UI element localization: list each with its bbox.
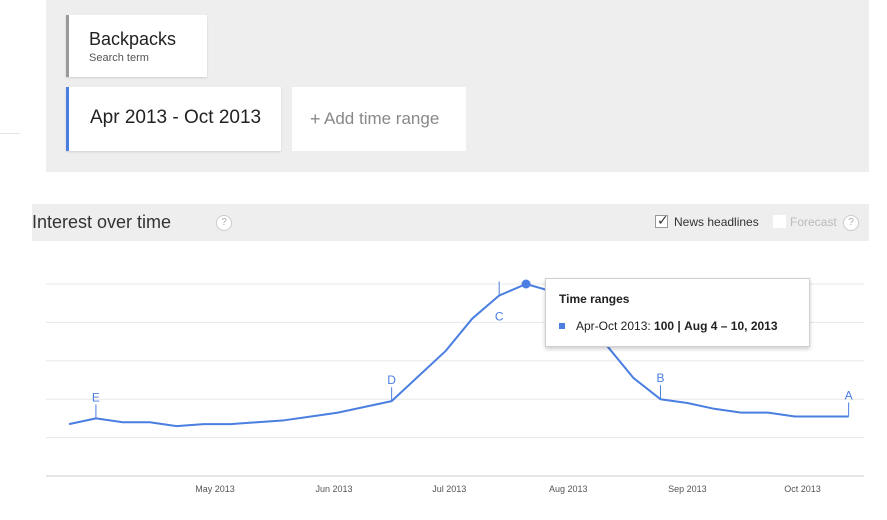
x-tick-label: Jul 2013 xyxy=(432,484,466,494)
annotation-label-c: C xyxy=(495,310,504,324)
chart-tooltip: Time ranges Apr-Oct 2013: 100 | Aug 4 – … xyxy=(545,278,810,347)
tooltip-series: Apr-Oct 2013 xyxy=(576,319,648,333)
x-tick-label: Jun 2013 xyxy=(316,484,353,494)
x-tick-label: Oct 2013 xyxy=(784,484,821,494)
x-tick-label: Aug 2013 xyxy=(549,484,588,494)
tooltip-row: Apr-Oct 2013: 100 | Aug 4 – 10, 2013 xyxy=(576,319,778,333)
interest-chart[interactable]: May 2013 Jun 2013 Jul 2013 Aug 2013 Sep 2013… xyxy=(0,0,887,520)
annotation-label-a: A xyxy=(845,388,853,402)
annotation-label-b: B xyxy=(656,371,664,385)
tooltip-value: 100 xyxy=(654,319,675,333)
tooltip-title: Time ranges xyxy=(559,292,630,306)
highlight-point xyxy=(521,279,531,289)
series-swatch xyxy=(559,323,565,329)
tooltip-separator: | xyxy=(677,319,681,333)
x-tick-label: May 2013 xyxy=(195,484,235,494)
annotation-label-d: D xyxy=(387,373,396,387)
tooltip-week: Aug 4 – 10, 2013 xyxy=(684,319,778,333)
annotation-label-e: E xyxy=(92,390,100,404)
x-tick-label: Sep 2013 xyxy=(668,484,707,494)
